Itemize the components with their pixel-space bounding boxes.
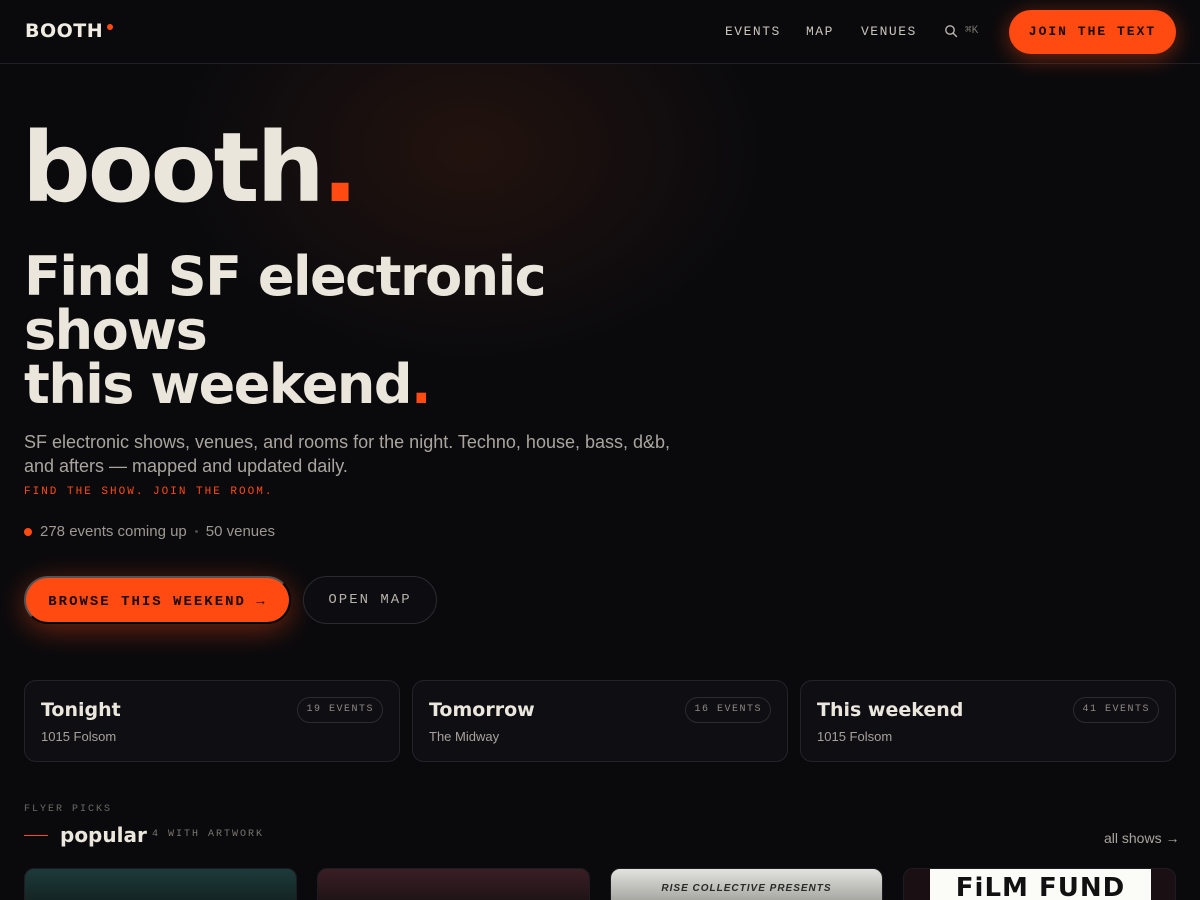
section-count: 4 WITH ARTWORK bbox=[152, 829, 265, 840]
flyer-card[interactable] bbox=[317, 868, 590, 900]
card-venue: 1015 Folsom bbox=[817, 729, 893, 744]
section-eyebrow: FLYER PICKS bbox=[24, 804, 113, 815]
hero-description: SF electronic shows, venues, and rooms f… bbox=[24, 432, 671, 476]
hero-wordmark-dot: . bbox=[321, 112, 359, 224]
nav-link-venues[interactable]: VENUES bbox=[861, 24, 917, 39]
section-title: popular bbox=[60, 823, 147, 847]
card-tonight[interactable]: Tonight 1015 Folsom 19 EVENTS bbox=[24, 680, 400, 762]
browse-this-weekend-button[interactable]: BROWSE THIS WEEKEND → bbox=[24, 576, 291, 624]
card-venue: The Midway bbox=[429, 729, 500, 744]
headline-dot: . bbox=[411, 353, 432, 416]
card-title: This weekend bbox=[817, 699, 964, 721]
section-accent-line bbox=[24, 835, 48, 836]
hero-tagline: FIND THE SHOW. JOIN THE ROOM. bbox=[24, 486, 274, 498]
flyer-card[interactable]: RISE COLLECTIVE PRESENTS bbox=[610, 868, 883, 900]
card-title: Tomorrow bbox=[429, 699, 535, 721]
event-count-badge: 41 EVENTS bbox=[1073, 697, 1159, 723]
hero-wordmark: booth. bbox=[22, 120, 358, 216]
page-headline: Find SF electronic shows this weekend. bbox=[24, 250, 724, 412]
join-the-text-button[interactable]: JOIN THE TEXT bbox=[1009, 10, 1176, 54]
logo-dot bbox=[107, 24, 114, 30]
headline-line-3: this weekend bbox=[24, 353, 413, 416]
card-this-weekend[interactable]: This weekend 1015 Folsom 41 EVENTS bbox=[800, 680, 1176, 762]
stat-venues: 50 venues bbox=[205, 523, 275, 540]
event-count-badge: 19 EVENTS bbox=[297, 697, 383, 723]
top-nav: BOOTH EVENTS MAP VENUES ⌘K JOIN THE TEXT bbox=[0, 0, 1200, 64]
live-dot-icon bbox=[24, 527, 32, 536]
flyer-artwork: FiLM FUND bbox=[930, 869, 1151, 900]
open-map-button[interactable]: OPEN MAP bbox=[303, 576, 437, 624]
search-shortcut: ⌘K bbox=[965, 25, 979, 37]
search-icon[interactable] bbox=[944, 24, 958, 38]
flyer-card[interactable] bbox=[24, 868, 297, 900]
flyer-artwork-text: RISE COLLECTIVE PRESENTS bbox=[661, 883, 832, 894]
card-tomorrow[interactable]: Tomorrow The Midway 16 EVENTS bbox=[412, 680, 788, 762]
hero-stats: 278 events coming up 50 venues bbox=[24, 523, 275, 540]
card-venue: 1015 Folsom bbox=[41, 729, 117, 744]
event-count-badge: 16 EVENTS bbox=[685, 697, 771, 723]
all-shows-link[interactable]: all shows → bbox=[1104, 830, 1179, 846]
nav-link-events[interactable]: EVENTS bbox=[725, 24, 781, 39]
card-title: Tonight bbox=[41, 699, 121, 721]
stat-separator bbox=[194, 530, 198, 533]
flyer-card[interactable]: FiLM FUND bbox=[903, 868, 1176, 900]
stat-events: 278 events coming up bbox=[40, 523, 187, 540]
nav-link-map[interactable]: MAP bbox=[806, 24, 834, 39]
logo-text: BOOTH bbox=[25, 20, 104, 42]
flyer-artwork-text: FiLM FUND bbox=[955, 873, 1126, 900]
hero-wordmark-text: booth bbox=[22, 112, 325, 224]
logo[interactable]: BOOTH bbox=[25, 20, 114, 42]
